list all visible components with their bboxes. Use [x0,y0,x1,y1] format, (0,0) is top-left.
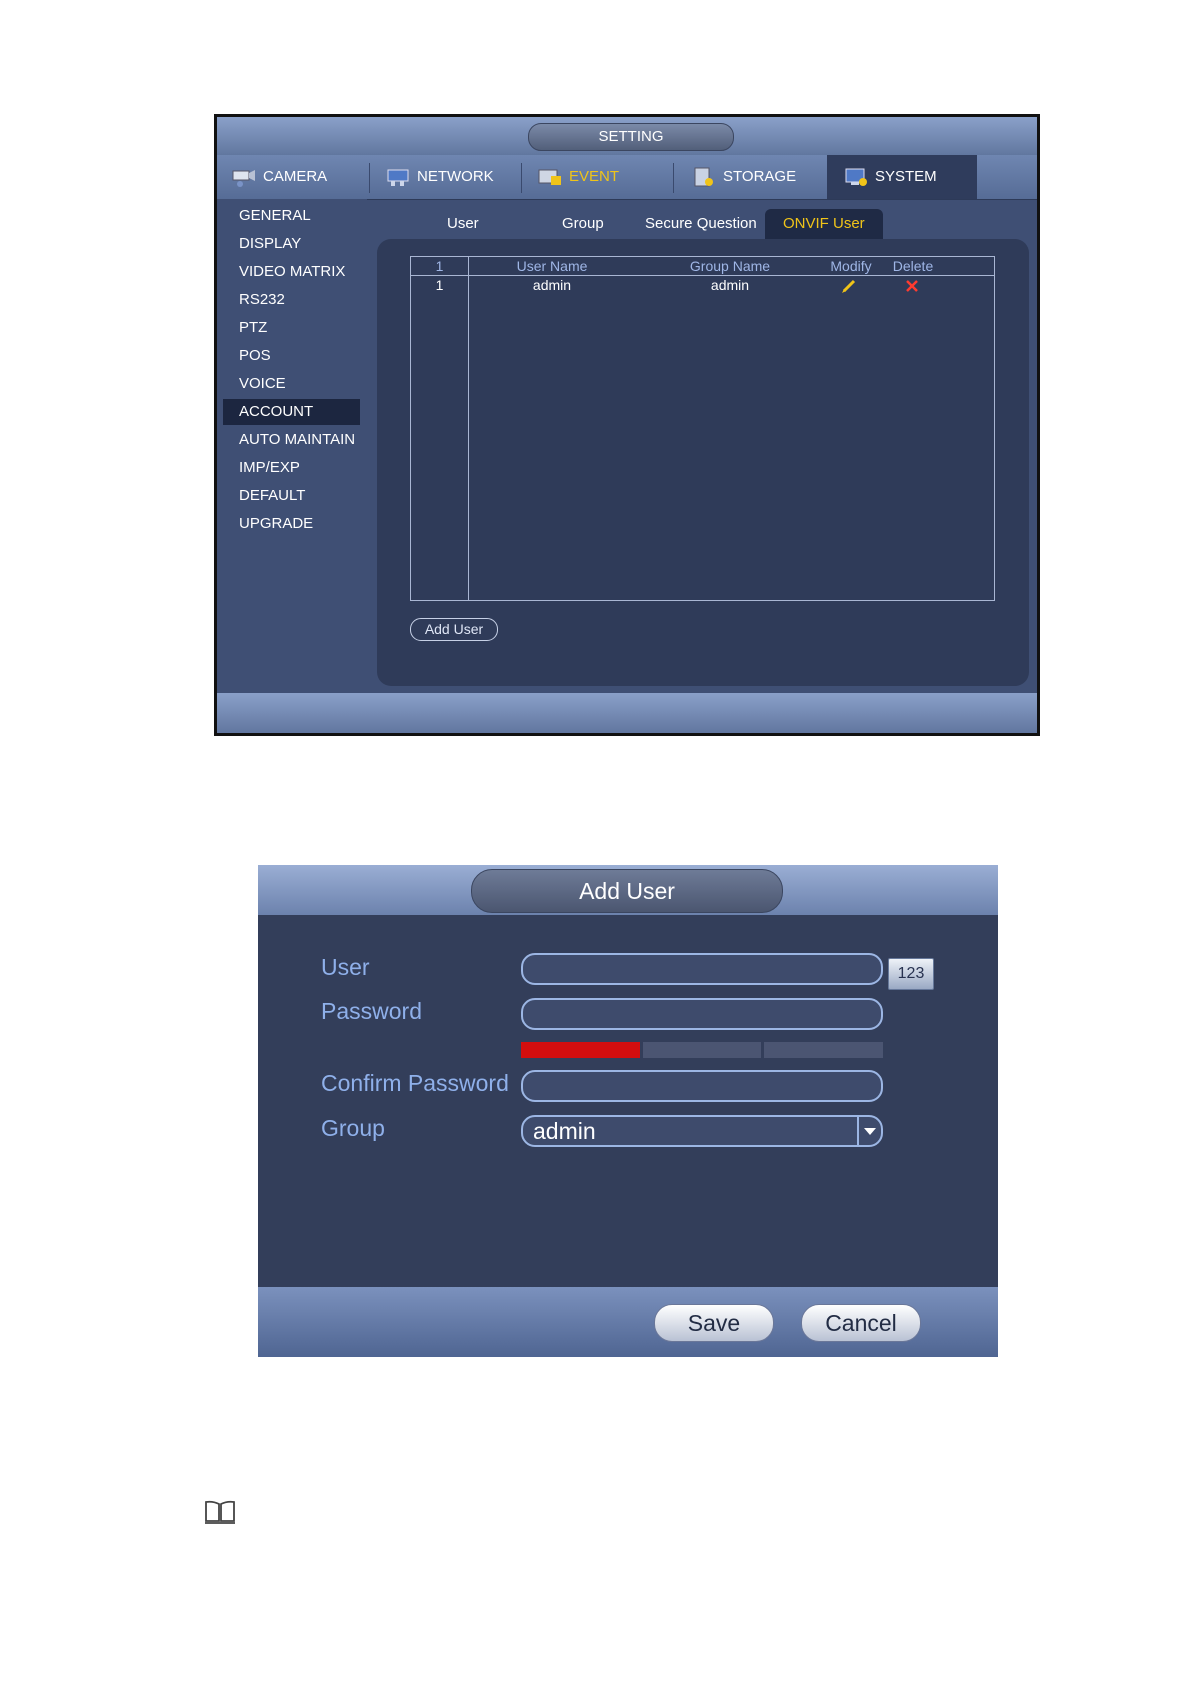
group-select[interactable]: admin [521,1115,883,1147]
subtab-user[interactable]: User [447,209,479,239]
tab-storage-label: STORAGE [723,168,797,185]
chevron-down-icon[interactable] [857,1117,881,1145]
tab-divider [369,163,370,193]
onvif-user-panel: 1 User Name Group Name Modify Delete 1 a… [377,239,1029,686]
tab-camera[interactable]: CAMERA [231,155,327,199]
header-modify: Modify [830,258,872,274]
group-label: Group [321,1115,385,1141]
sidebar-item-display[interactable]: DISPLAY [223,231,360,257]
sidebar-item-general[interactable]: GENERAL [223,203,360,229]
sidebar-item-rs232[interactable]: RS232 [223,287,360,313]
header-delete: Delete [892,258,934,274]
group-select-value: admin [533,1118,596,1144]
sidebar-item-ptz[interactable]: PTZ [223,315,360,341]
password-label: Password [321,998,422,1024]
row-index: 1 [435,277,444,293]
setting-window: SETTING CAMERA NETWORK EVENT STORAGE SYS… [214,114,1040,736]
sidebar-item-voice[interactable]: VOICE [223,371,360,397]
dialog-bottom-bar: Save Cancel [258,1287,998,1357]
confirm-password-label: Confirm Password [321,1070,509,1096]
table-column-divider [468,257,469,600]
sidebar-item-imp-exp[interactable]: IMP/EXP [223,455,360,481]
tab-system[interactable]: SYSTEM [827,155,977,199]
delete-x-icon[interactable] [905,279,919,293]
password-input[interactable] [521,998,883,1030]
tab-divider [521,163,522,193]
row-group-name: admin [710,277,750,293]
system-icon [845,168,867,186]
keyboard-123-button[interactable]: 123 [888,958,934,990]
password-strength-meter [521,1042,884,1058]
sidebar-item-video-matrix[interactable]: VIDEO MATRIX [223,259,360,285]
sidebar-item-pos[interactable]: POS [223,343,360,369]
subtab-group[interactable]: Group [562,209,604,239]
main-tab-bar: CAMERA NETWORK EVENT STORAGE SYSTEM [217,155,1037,200]
confirm-password-input[interactable] [521,1070,883,1102]
cancel-button[interactable]: Cancel [801,1304,921,1342]
header-user-name[interactable]: User Name [469,257,635,276]
note-book-icon [205,1500,235,1524]
sidebar-item-auto-maintain[interactable]: AUTO MAINTAIN [223,427,360,453]
header-group-name[interactable]: Group Name [655,257,805,276]
dialog-title: Add User [471,869,783,913]
strength-segment-strong [764,1042,884,1058]
tab-divider [673,163,674,193]
sidebar-item-upgrade[interactable]: UPGRADE [223,511,360,537]
storage-icon [694,167,713,187]
camera-icon [232,170,255,187]
sidebar-item-default[interactable]: DEFAULT [223,483,360,509]
user-table: 1 User Name Group Name Modify Delete 1 a… [410,256,995,601]
network-icon [387,169,409,186]
settings-sidebar: GENERAL DISPLAY VIDEO MATRIX RS232 PTZ P… [217,199,367,733]
setting-bottom-bar [217,693,1037,733]
save-button[interactable]: Save [654,1304,774,1342]
modify-pencil-icon[interactable] [841,278,857,294]
tab-system-label: SYSTEM [875,168,937,185]
dialog-title-bar: Add User [258,865,998,915]
account-subtab-bar: User Group Secure Question ONVIF User [369,209,1029,239]
strength-segment-weak [521,1042,640,1058]
event-icon [538,169,561,185]
subtab-onvif-user[interactable]: ONVIF User [765,209,883,239]
tab-event[interactable]: EVENT [537,155,619,199]
user-label: User [321,954,370,980]
sidebar-item-account[interactable]: ACCOUNT [223,399,360,425]
tab-network-label: NETWORK [417,168,494,185]
tab-storage[interactable]: STORAGE [691,155,796,199]
add-user-dialog: Add User User 123 Password Confirm Passw… [258,865,998,1357]
subtab-secure-question[interactable]: Secure Question [645,209,757,239]
setting-title: SETTING [528,123,734,151]
strength-segment-medium [642,1042,762,1058]
tab-event-label: EVENT [569,168,620,185]
header-index: 1 [435,258,444,274]
tab-camera-label: CAMERA [263,168,328,185]
user-input[interactable] [521,953,883,985]
setting-title-bar: SETTING [217,117,1037,155]
row-user-name: admin [532,277,572,293]
add-user-button[interactable]: Add User [410,618,498,641]
tab-network[interactable]: NETWORK [385,155,494,199]
